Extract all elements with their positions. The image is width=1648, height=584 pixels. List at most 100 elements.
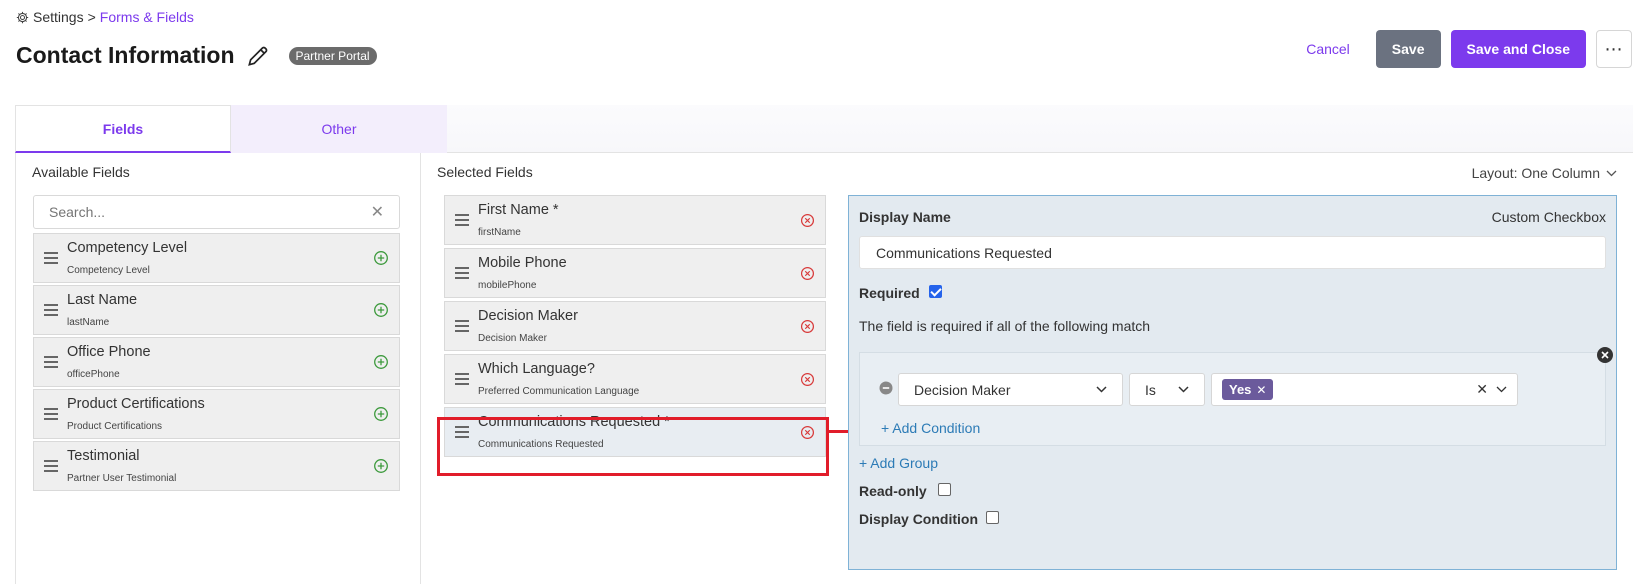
cancel-button[interactable]: Cancel xyxy=(1290,31,1366,67)
value-tag[interactable]: Yes ✕ xyxy=(1222,379,1274,400)
clear-values-icon[interactable]: ✕ xyxy=(1476,381,1488,398)
selected-field-item[interactable]: First Name * firstName xyxy=(444,195,826,245)
add-group-link[interactable]: + Add Group xyxy=(859,455,938,471)
layout-select[interactable]: Layout: One Column xyxy=(1472,165,1617,181)
available-field-item[interactable]: Competency Level Competency Level xyxy=(33,233,400,283)
selected-field-item[interactable]: Decision Maker Decision Maker xyxy=(444,301,826,351)
add-icon[interactable] xyxy=(373,302,389,318)
drag-handle-icon[interactable] xyxy=(44,460,58,475)
field-name: Product Certifications xyxy=(67,396,205,412)
field-key: mobilePhone xyxy=(478,280,537,291)
more-options-button[interactable]: ⋯ xyxy=(1596,30,1632,68)
required-checkbox[interactable] xyxy=(929,285,942,298)
save-and-close-button[interactable]: Save and Close xyxy=(1450,30,1586,68)
breadcrumb: Settings > Forms & Fields xyxy=(16,9,194,25)
field-name: Competency Level xyxy=(67,240,188,256)
field-name: Office Phone xyxy=(67,344,151,360)
page-title: Contact Information xyxy=(16,42,235,68)
condition-field-select[interactable]: Decision Maker xyxy=(898,373,1123,406)
add-icon[interactable] xyxy=(373,354,389,370)
field-name: Which Language? xyxy=(478,361,595,377)
tag-remove-icon[interactable]: ✕ xyxy=(1256,383,1266,397)
condition-operator-select[interactable]: Is xyxy=(1129,373,1205,406)
gear-icon xyxy=(16,11,29,23)
required-rule-text: The field is required if all of the foll… xyxy=(859,318,1151,334)
available-field-item[interactable]: Office Phone officePhone xyxy=(33,337,400,387)
available-field-item[interactable]: Testimonial Partner User Testimonial xyxy=(33,441,400,491)
drag-handle-icon[interactable] xyxy=(44,356,58,371)
readonly-checkbox[interactable] xyxy=(938,483,951,496)
available-field-item[interactable]: Product Certifications Product Certifica… xyxy=(33,389,400,439)
chevron-down-icon xyxy=(1606,170,1617,176)
display-condition-label: Display Condition xyxy=(859,511,978,527)
readonly-label: Read-only xyxy=(859,483,927,499)
available-field-item[interactable]: Last Name lastName xyxy=(33,285,400,335)
condition-field-value: Decision Maker xyxy=(914,381,1011,398)
drag-handle-icon[interactable] xyxy=(455,373,469,388)
display-name-label: Display Name xyxy=(859,209,951,225)
layout-label: Layout: One Column xyxy=(1471,165,1600,181)
remove-icon[interactable] xyxy=(800,425,815,440)
field-key: Partner User Testimonial xyxy=(67,473,177,484)
field-key: Product Certifications xyxy=(67,421,163,432)
remove-icon[interactable] xyxy=(800,213,815,228)
drag-handle-icon[interactable] xyxy=(44,252,58,267)
drag-handle-icon[interactable] xyxy=(455,267,469,282)
selected-field-item[interactable]: Mobile Phone mobilePhone xyxy=(444,248,826,298)
remove-icon[interactable] xyxy=(800,319,815,334)
add-condition-link[interactable]: + Add Condition xyxy=(881,420,980,436)
field-name: Communications Requested * xyxy=(478,414,670,430)
condition-group: Decision Maker Is Yes ✕ ✕ + Add Conditio… xyxy=(859,347,1613,446)
clear-icon[interactable]: ✕ xyxy=(371,202,384,222)
tab-other[interactable]: Other xyxy=(231,105,447,153)
field-type: Custom Checkbox xyxy=(1491,209,1606,225)
field-key: Competency Level xyxy=(67,265,150,276)
field-key: officePhone xyxy=(67,369,120,380)
available-fields-heading: Available Fields xyxy=(32,164,130,180)
chevron-down-icon xyxy=(1178,386,1189,393)
remove-icon[interactable] xyxy=(800,266,815,281)
remove-icon[interactable] xyxy=(800,372,815,387)
close-group-icon[interactable] xyxy=(1596,346,1614,364)
field-key: firstName xyxy=(478,227,521,238)
condition-operator-value: Is xyxy=(1145,381,1156,398)
search-input[interactable] xyxy=(49,204,349,220)
field-name: Mobile Phone xyxy=(478,255,567,271)
pencil-icon[interactable] xyxy=(245,43,271,69)
field-key: lastName xyxy=(67,317,110,328)
tab-fields[interactable]: Fields xyxy=(15,105,231,153)
field-name: Decision Maker xyxy=(478,308,578,324)
selected-fields-heading: Selected Fields xyxy=(437,164,533,180)
display-name-input[interactable]: Communications Requested xyxy=(859,236,1606,269)
value-tag-label: Yes xyxy=(1229,382,1252,397)
display-condition-checkbox[interactable] xyxy=(986,511,999,524)
field-key: Preferred Communication Language xyxy=(478,386,640,397)
tab-bar: Fields Other xyxy=(15,105,1633,153)
field-name: Testimonial xyxy=(67,448,140,464)
portal-badge: Partner Portal xyxy=(288,46,377,65)
breadcrumb-separator: > xyxy=(87,9,96,25)
save-button[interactable]: Save xyxy=(1375,30,1441,68)
add-icon[interactable] xyxy=(373,406,389,422)
drag-handle-icon[interactable] xyxy=(44,408,58,423)
add-icon[interactable] xyxy=(373,458,389,474)
top-actions: Cancel Save Save and Close ⋯ xyxy=(1290,30,1632,68)
condition-value-select[interactable]: Yes ✕ ✕ xyxy=(1211,373,1518,406)
chevron-down-icon xyxy=(1096,386,1107,393)
add-icon[interactable] xyxy=(373,250,389,266)
field-detail-panel: Display Name Custom Checkbox Communicati… xyxy=(848,195,1617,570)
drag-handle-icon[interactable] xyxy=(455,426,469,441)
search-field[interactable]: ✕ xyxy=(33,195,400,229)
drag-handle-icon[interactable] xyxy=(44,304,58,319)
remove-condition-icon[interactable] xyxy=(879,381,893,395)
available-fields-panel: Available Fields ✕ Competency Level Comp… xyxy=(15,153,421,584)
drag-handle-icon[interactable] xyxy=(455,320,469,335)
selected-field-item-active[interactable]: Communications Requested * Communication… xyxy=(444,407,826,457)
title-row: Contact Information Partner Portal xyxy=(16,42,377,69)
chevron-down-icon xyxy=(1496,386,1507,393)
selected-field-item[interactable]: Which Language? Preferred Communication … xyxy=(444,354,826,404)
drag-handle-icon[interactable] xyxy=(455,214,469,229)
breadcrumb-root[interactable]: Settings xyxy=(33,9,84,25)
breadcrumb-current[interactable]: Forms & Fields xyxy=(100,9,194,25)
field-name: First Name * xyxy=(478,202,559,218)
